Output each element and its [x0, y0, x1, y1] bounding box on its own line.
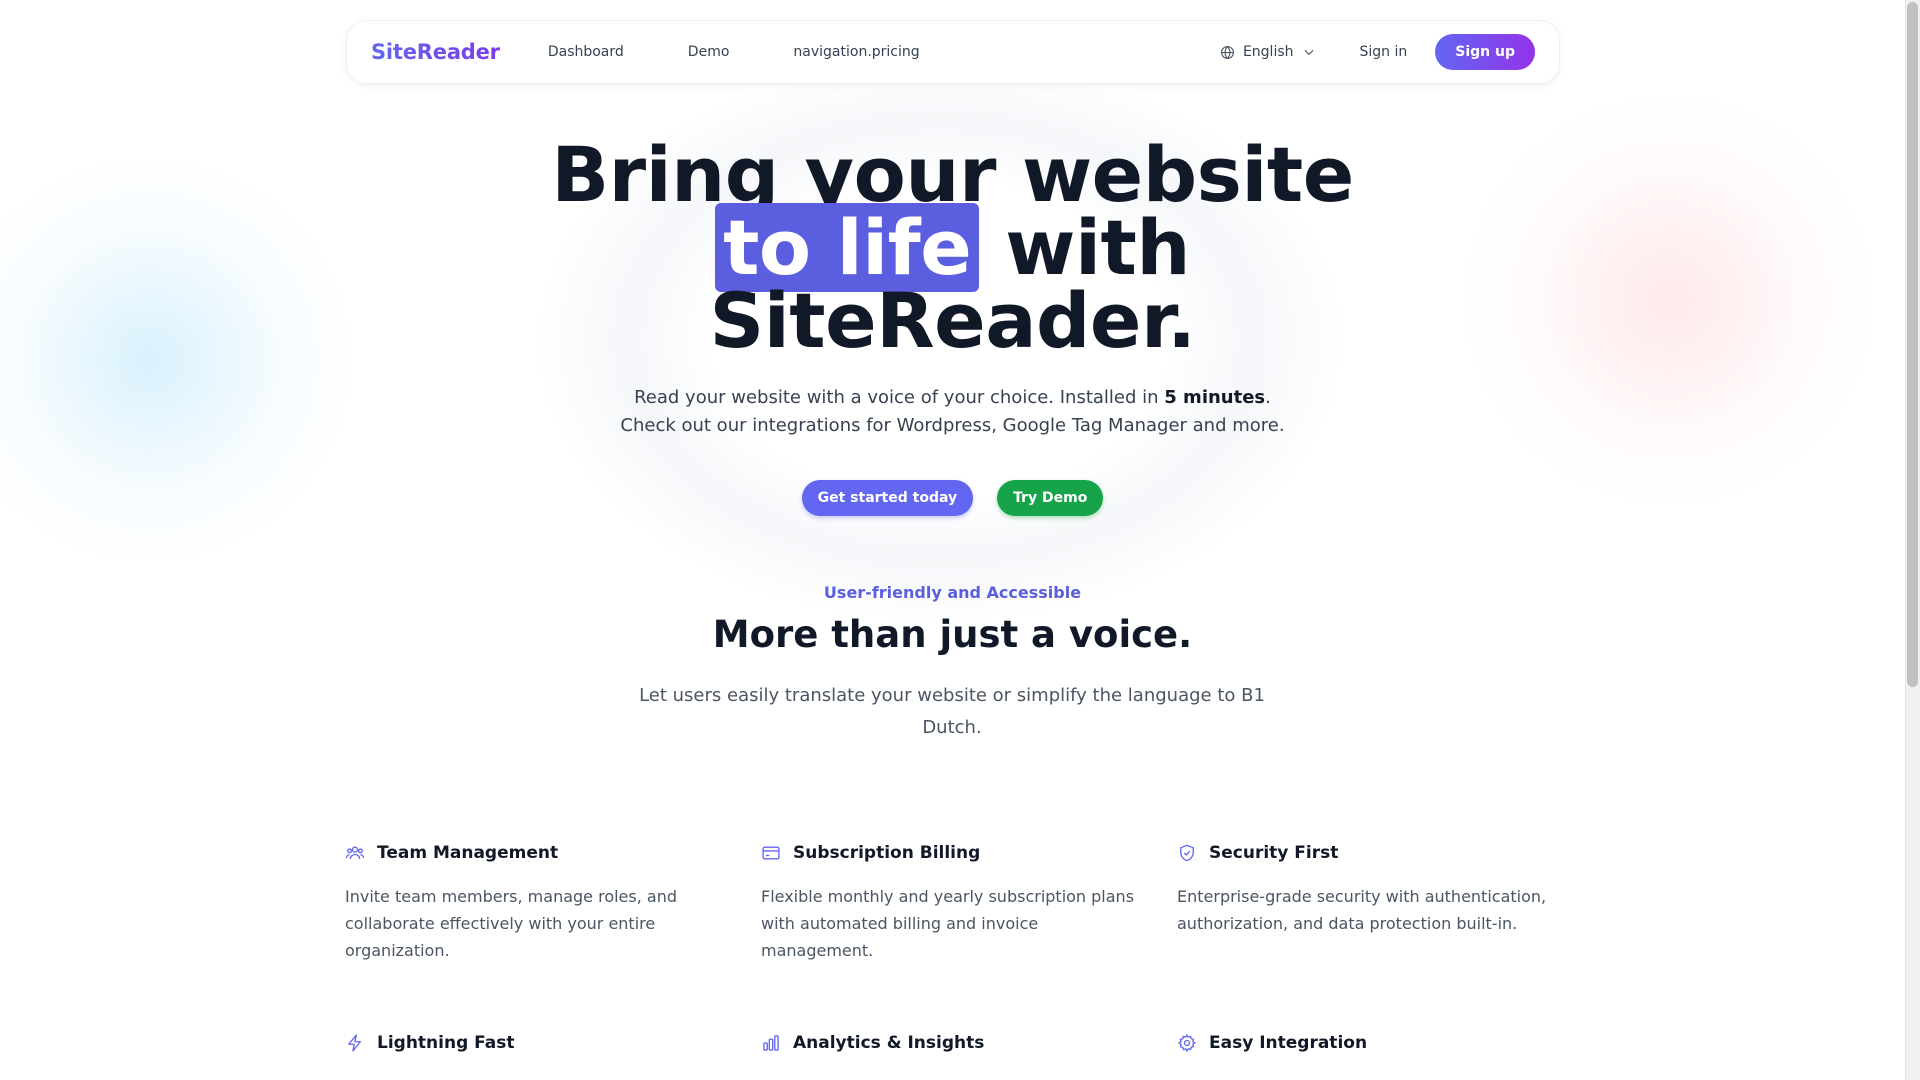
get-started-button[interactable]: Get started today — [801, 480, 974, 516]
feature-card: Lightning Fast — [345, 1033, 735, 1053]
feature-card: Easy Integration — [1177, 1033, 1567, 1053]
feature-header: Lightning Fast — [345, 1033, 735, 1053]
feature-description: Flexible monthly and yearly subscription… — [761, 887, 1135, 960]
globe-icon — [1220, 45, 1235, 60]
feature-title: Subscription Billing — [793, 843, 981, 863]
language-selector[interactable]: English — [1220, 44, 1316, 60]
feature-header: Analytics & Insights — [761, 1033, 1151, 1053]
feature-title: Security First — [1209, 843, 1339, 863]
nav-right: English Sign in Sign up — [1220, 34, 1535, 70]
hero-title-line-2: to life with — [0, 203, 1905, 292]
feature-title: Easy Integration — [1209, 1033, 1368, 1053]
feature-card: Analytics & Insights — [761, 1033, 1151, 1053]
feature-card: Subscription Billing Flexible monthly an… — [761, 843, 1151, 964]
feature-header: Easy Integration — [1177, 1033, 1567, 1053]
section-title: More than just a voice. — [712, 613, 1193, 656]
hero-cta-row: Get started today Try Demo — [0, 480, 1905, 516]
users-icon — [345, 843, 365, 863]
nav-link-dashboard[interactable]: Dashboard — [548, 44, 624, 60]
try-demo-button[interactable]: Try Demo — [997, 480, 1104, 516]
feature-title: Lightning Fast — [377, 1033, 515, 1053]
brand-logo[interactable]: SiteReader — [371, 40, 500, 64]
scrollbar-thumb[interactable] — [1907, 2, 1918, 687]
nav-link-pricing[interactable]: navigation.pricing — [793, 44, 919, 60]
section-subtitle: Let users easily translate your website … — [639, 685, 1265, 738]
feature-card: Security First Enterprise-grade security… — [1177, 843, 1567, 937]
hero-subtitle-bold: 5 minutes — [1164, 387, 1266, 408]
credit-card-icon — [761, 843, 781, 863]
language-label: English — [1242, 44, 1294, 60]
hero-title-line-3: SiteReader. — [709, 276, 1196, 365]
lightning-icon — [345, 1033, 365, 1053]
shield-check-icon — [1177, 843, 1197, 863]
feature-title: Analytics & Insights — [793, 1033, 985, 1053]
feature-card: Team Management Invite team members, man… — [345, 843, 735, 964]
nav-links: Dashboard Demo navigation.pricing — [548, 44, 984, 60]
gear-icon — [1177, 1033, 1197, 1053]
hero-title-line-1: Bring your website — [551, 130, 1354, 219]
hero-subtitle-pre: Read your website with a voice of your c… — [634, 387, 1165, 408]
sign-up-button[interactable]: Sign up — [1435, 34, 1535, 70]
feature-description: Enterprise-grade security with authentic… — [1177, 887, 1547, 933]
feature-title: Team Management — [377, 843, 559, 863]
feature-header: Subscription Billing — [761, 843, 1151, 863]
feature-description: Invite team members, manage roles, and c… — [345, 887, 678, 960]
nav-link-demo[interactable]: Demo — [688, 44, 730, 60]
page-scrollbar[interactable] — [1905, 0, 1920, 1080]
hero-title: Bring your website to life with SiteRead… — [0, 130, 1905, 365]
sign-in-link[interactable]: Sign in — [1360, 44, 1408, 60]
top-navbar: SiteReader Dashboard Demo navigation.pri… — [346, 20, 1560, 84]
feature-header: Security First — [1177, 843, 1567, 863]
hero-subtitle: Read your website with a voice of your c… — [620, 384, 1285, 440]
bar-chart-icon — [761, 1033, 781, 1053]
feature-header: Team Management — [345, 843, 735, 863]
chevron-down-icon — [1302, 45, 1316, 59]
section-eyebrow: User-friendly and Accessible — [823, 583, 1082, 602]
